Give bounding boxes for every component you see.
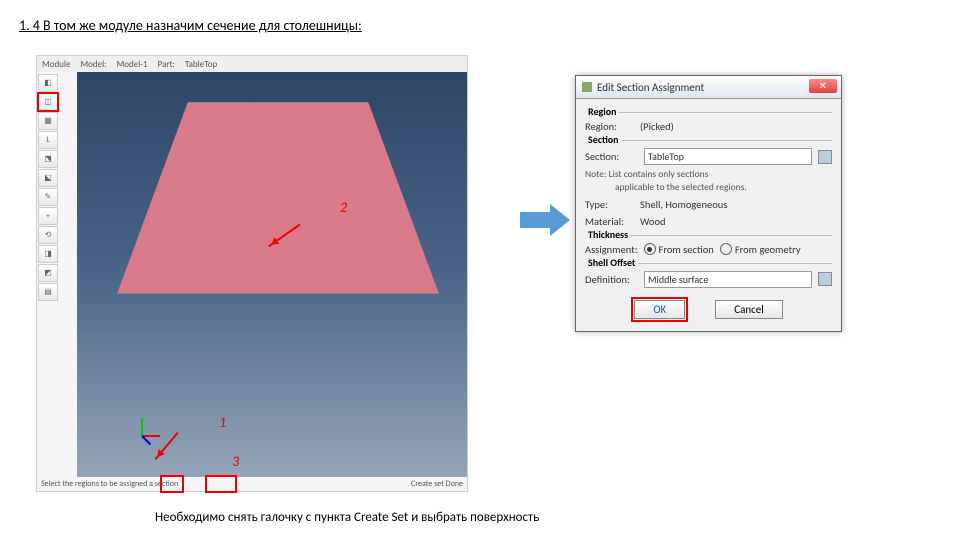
dialog-body: Region Region: (Picked) Section Section:… bbox=[576, 99, 841, 331]
region-label: Region: bbox=[585, 120, 640, 133]
part-value[interactable]: TableTop bbox=[185, 59, 217, 70]
dialog-icon bbox=[582, 82, 592, 92]
tool-4[interactable]: L bbox=[38, 131, 58, 149]
ok-button[interactable]: OK bbox=[634, 300, 685, 319]
abaqus-window: Module Model: Model-1 Part: TableTop ◧ ◫… bbox=[36, 55, 468, 492]
close-icon[interactable]: ✕ bbox=[809, 79, 837, 93]
offset-group: Shell Offset Definition: Middle surface bbox=[585, 263, 832, 288]
section-note-2: applicable to the selected regions. bbox=[615, 182, 832, 193]
annotation-1: 1 bbox=[219, 414, 226, 431]
assignment-label: Assignment: bbox=[585, 243, 638, 256]
section-note-1: Note: List contains only sections bbox=[585, 169, 832, 180]
triad-icon bbox=[142, 407, 172, 437]
tool-6[interactable]: ⬕ bbox=[38, 169, 58, 187]
highlight-box-3b bbox=[205, 475, 237, 493]
status-bar: Select the regions to be assigned a sect… bbox=[37, 477, 467, 491]
viewport[interactable] bbox=[77, 72, 467, 477]
tool-12[interactable]: ▤ bbox=[38, 283, 58, 301]
part-label: Part: bbox=[158, 59, 175, 70]
dialog-titlebar[interactable]: Edit Section Assignment ✕ bbox=[576, 76, 841, 99]
region-group: Region Region: (Picked) bbox=[585, 112, 832, 133]
type-value: Shell, Homogeneous bbox=[640, 198, 727, 211]
type-label: Type: bbox=[585, 198, 640, 211]
tool-9[interactable]: ⟲ bbox=[38, 226, 58, 244]
context-bar: Module Model: Model-1 Part: TableTop bbox=[37, 56, 467, 72]
page-title: 1. 4 В том же модуле назначим сечение дл… bbox=[19, 17, 362, 34]
thickness-group: Thickness Assignment: From section From … bbox=[585, 235, 832, 256]
definition-label: Definition: bbox=[585, 273, 640, 286]
prompt-text: Select the regions to be assigned a sect… bbox=[41, 479, 178, 489]
from-geometry-label: From geometry bbox=[735, 243, 801, 256]
from-geometry-radio[interactable] bbox=[720, 243, 732, 255]
material-label: Material: bbox=[585, 215, 640, 228]
model-surface[interactable] bbox=[117, 102, 439, 294]
region-group-label: Region bbox=[585, 105, 619, 118]
section-label: Section: bbox=[585, 150, 640, 163]
region-value: (Picked) bbox=[640, 120, 674, 133]
annotation-2: 2 bbox=[340, 199, 347, 216]
highlight-box-3a bbox=[160, 475, 184, 493]
thickness-group-label: Thickness bbox=[585, 228, 631, 241]
page-footer: Необходимо снять галочку с пункта Create… bbox=[155, 510, 539, 525]
tool-7[interactable]: ✎ bbox=[38, 188, 58, 206]
model-value[interactable]: Model-1 bbox=[117, 59, 148, 70]
flow-arrow-icon bbox=[520, 200, 570, 240]
module-label: Module bbox=[42, 59, 70, 70]
section-select[interactable]: TableTop bbox=[644, 148, 812, 165]
dialog-title: Edit Section Assignment bbox=[597, 81, 704, 94]
edit-section-dialog: Edit Section Assignment ✕ Region Region:… bbox=[575, 75, 842, 332]
tool-3[interactable]: ▦ bbox=[38, 112, 58, 130]
assign-section-button[interactable]: ◫ bbox=[38, 93, 58, 111]
dialog-buttons: OK Cancel bbox=[585, 292, 832, 321]
annotation-3: 3 bbox=[232, 453, 239, 470]
prompt-options[interactable]: Create set Done bbox=[411, 479, 463, 489]
model-label: Model: bbox=[80, 59, 106, 70]
section-group: Section Section: TableTop Note: List con… bbox=[585, 140, 832, 228]
tool-8[interactable]: + bbox=[38, 207, 58, 225]
definition-select[interactable]: Middle surface bbox=[644, 271, 812, 288]
offset-icon[interactable] bbox=[818, 272, 832, 286]
section-group-label: Section bbox=[585, 133, 622, 146]
cancel-button[interactable]: Cancel bbox=[715, 300, 783, 319]
from-section-radio[interactable] bbox=[644, 243, 656, 255]
tool-11[interactable]: ◩ bbox=[38, 264, 58, 282]
tool-5[interactable]: ⬔ bbox=[38, 150, 58, 168]
create-section-icon[interactable] bbox=[818, 150, 832, 164]
tool-10[interactable]: ◨ bbox=[38, 245, 58, 263]
tool-1[interactable]: ◧ bbox=[38, 74, 58, 92]
material-value: Wood bbox=[640, 215, 666, 228]
toolbar: ◧ ◫ ▦ L ⬔ ⬕ ✎ + ⟲ ◨ ◩ ▤ bbox=[37, 72, 77, 477]
from-section-label: From section bbox=[659, 243, 714, 256]
offset-group-label: Shell Offset bbox=[585, 256, 638, 269]
